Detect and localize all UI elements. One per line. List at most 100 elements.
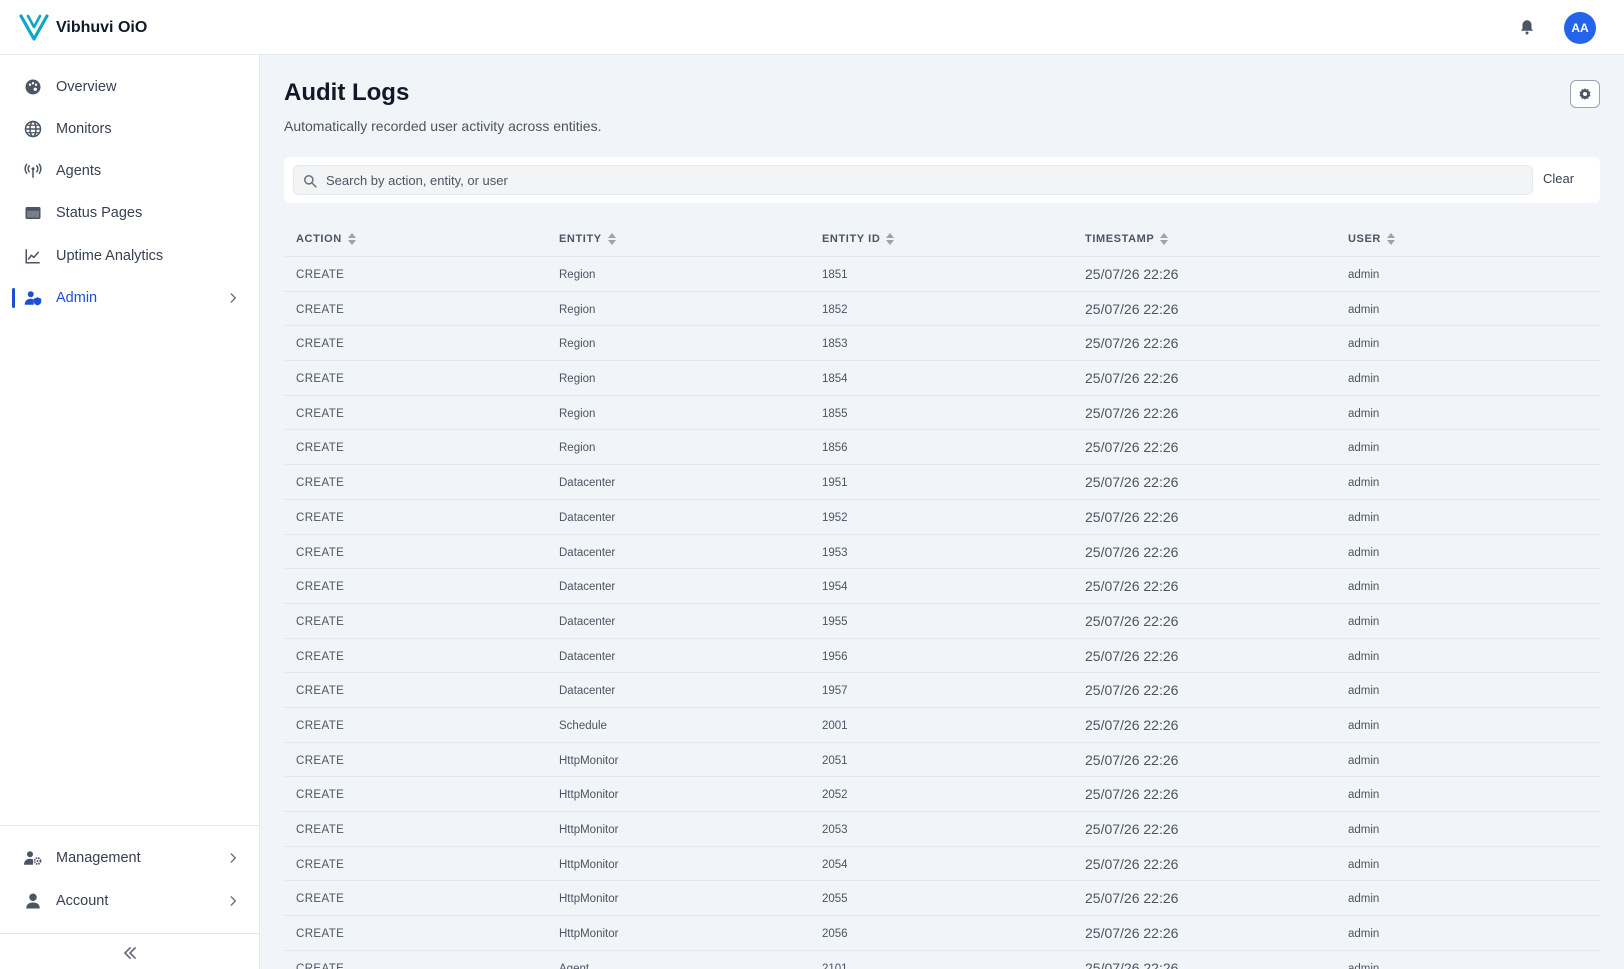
cell-timestamp: 25/07/26 22:26 xyxy=(1085,578,1179,595)
cell-action: CREATE xyxy=(296,754,345,767)
search-box[interactable] xyxy=(293,165,1533,195)
bell-icon[interactable] xyxy=(1518,18,1536,36)
table-row[interactable]: CREATE Region 1855 25/07/26 22:26 admin xyxy=(284,396,1600,431)
audit-log-table: ACTION ENTITY ENTITY ID TIMESTAMP USER CREAT… xyxy=(284,222,1600,969)
sidebar-item-uptime-analytics[interactable]: Uptime Analytics xyxy=(0,236,259,276)
column-header-action[interactable]: ACTION xyxy=(296,233,356,245)
cell-timestamp: 25/07/26 22:26 xyxy=(1085,786,1179,803)
table-row[interactable]: CREATE HttpMonitor 2053 25/07/26 22:26 admin xyxy=(284,812,1600,847)
settings-button[interactable] xyxy=(1570,80,1600,108)
cell-entity-id: 1952 xyxy=(822,511,848,524)
column-header-entity[interactable]: ENTITY xyxy=(559,233,616,245)
sidebar-divider xyxy=(0,825,259,826)
clear-button[interactable]: Clear xyxy=(1543,171,1574,186)
cell-user: admin xyxy=(1348,511,1380,524)
sidebar-item-label: Monitors xyxy=(56,121,112,137)
cell-action: CREATE xyxy=(296,407,345,420)
cell-entity: HttpMonitor xyxy=(559,858,619,871)
table-row[interactable]: CREATE Agent 2101 25/07/26 22:26 admin xyxy=(284,951,1600,969)
sidebar-item-agents[interactable]: Agents xyxy=(0,151,259,191)
chevron-right-icon xyxy=(230,293,237,303)
brand[interactable]: Vibhuvi OiO xyxy=(19,13,147,42)
cell-timestamp: 25/07/26 22:26 xyxy=(1085,370,1179,387)
cell-action: CREATE xyxy=(296,928,345,941)
cell-entity: Region xyxy=(559,407,596,420)
brand-name: Vibhuvi OiO xyxy=(56,18,148,36)
table-row[interactable]: CREATE Schedule 2001 25/07/26 22:26 admin xyxy=(284,708,1600,743)
cell-user: admin xyxy=(1348,338,1380,351)
search-icon xyxy=(303,174,317,188)
cell-user: admin xyxy=(1348,581,1380,594)
cell-timestamp: 25/07/26 22:26 xyxy=(1085,300,1179,317)
cell-timestamp: 25/07/26 22:26 xyxy=(1085,335,1179,352)
table-row[interactable]: CREATE Datacenter 1957 25/07/26 22:26 admin xyxy=(284,673,1600,708)
table-row[interactable]: CREATE Datacenter 1954 25/07/26 22:26 admin xyxy=(284,569,1600,604)
search-input[interactable] xyxy=(326,166,1526,194)
sidebar-item-overview[interactable]: Overview xyxy=(0,67,259,107)
cell-timestamp: 25/07/26 22:26 xyxy=(1085,890,1179,907)
avatar[interactable]: AA xyxy=(1564,12,1596,44)
cell-entity-id: 1854 xyxy=(822,373,848,386)
cell-entity: Datacenter xyxy=(559,685,616,698)
sidebar-item-label: Overview xyxy=(56,79,117,95)
cell-timestamp: 25/07/26 22:26 xyxy=(1085,612,1179,629)
cell-timestamp: 25/07/26 22:26 xyxy=(1085,925,1179,942)
cell-entity-id: 2055 xyxy=(822,893,848,906)
table-row[interactable]: CREATE HttpMonitor 2054 25/07/26 22:26 admin xyxy=(284,847,1600,882)
sidebar-item-label: Status Pages xyxy=(56,205,143,221)
cell-user: admin xyxy=(1348,407,1380,420)
table-row[interactable]: CREATE Region 1852 25/07/26 22:26 admin xyxy=(284,292,1600,327)
cell-timestamp: 25/07/26 22:26 xyxy=(1085,751,1179,768)
collapse-sidebar-icon[interactable] xyxy=(120,943,140,963)
top-bar: Vibhuvi OiO AA xyxy=(0,0,1624,55)
cell-entity-id: 1955 xyxy=(822,615,848,628)
sidebar-item-status-pages[interactable]: Status Pages xyxy=(0,193,259,233)
table-row[interactable]: CREATE HttpMonitor 2051 25/07/26 22:26 admin xyxy=(284,743,1600,778)
cell-user: admin xyxy=(1348,546,1380,559)
sidebar-item-account[interactable]: Account xyxy=(0,881,259,921)
cell-timestamp: 25/07/26 22:26 xyxy=(1085,855,1179,872)
cell-action: CREATE xyxy=(296,373,345,386)
cell-entity-id: 2053 xyxy=(822,824,848,836)
sidebar-item-management[interactable]: Management xyxy=(0,838,259,878)
table-row[interactable]: CREATE Datacenter 1951 25/07/26 22:26 admin xyxy=(284,465,1600,500)
table-row[interactable]: CREATE Region 1854 25/07/26 22:26 admin xyxy=(284,361,1600,396)
antenna-icon xyxy=(24,163,42,178)
table-row[interactable]: CREATE HttpMonitor 2055 25/07/26 22:26 admin xyxy=(284,881,1600,917)
cell-entity-id: 1951 xyxy=(822,477,848,490)
cell-entity: HttpMonitor xyxy=(559,754,619,767)
column-header-label: ENTITY xyxy=(559,233,602,245)
cell-entity: Region xyxy=(559,442,596,455)
table-row[interactable]: CREATE Datacenter 1952 25/07/26 22:26 admin xyxy=(284,500,1600,535)
table-row[interactable]: CREATE Region 1856 25/07/26 22:26 admin xyxy=(284,430,1600,466)
column-header-label: ENTITY ID xyxy=(822,233,881,245)
cell-timestamp: 25/07/26 22:26 xyxy=(1085,821,1179,837)
table-row[interactable]: CREATE Datacenter 1956 25/07/26 22:26 admin xyxy=(284,639,1600,674)
table-row[interactable]: CREATE Region 1851 25/07/26 22:26 admin xyxy=(284,257,1600,292)
sidebar-item-monitors[interactable]: Monitors xyxy=(0,109,259,149)
table-row[interactable]: CREATE Region 1853 25/07/26 22:26 admin xyxy=(284,326,1600,362)
gear-icon xyxy=(1579,88,1591,100)
cell-user: admin xyxy=(1348,303,1380,316)
cell-entity: Region xyxy=(559,373,596,386)
column-header-user[interactable]: USER xyxy=(1348,233,1395,245)
brand-logo-icon xyxy=(19,14,49,41)
column-header-timestamp[interactable]: TIMESTAMP xyxy=(1085,233,1169,245)
table-row[interactable]: CREATE Datacenter 1955 25/07/26 22:26 admin xyxy=(284,604,1600,639)
table-body: CREATE Region 1851 25/07/26 22:26 admin CREAT… xyxy=(284,257,1600,969)
table-row[interactable]: CREATE HttpMonitor 2052 25/07/26 22:26 admin xyxy=(284,777,1600,812)
table-row[interactable]: CREATE HttpMonitor 2056 25/07/26 22:26 admin xyxy=(284,916,1600,951)
cell-entity: Datacenter xyxy=(559,581,616,594)
sidebar-item-label: Agents xyxy=(56,163,102,179)
cell-entity-id: 2054 xyxy=(822,858,848,871)
cell-action: CREATE xyxy=(296,685,345,698)
sidebar-item-label: Account xyxy=(56,893,109,909)
cell-entity-id: 2052 xyxy=(822,789,848,802)
sidebar-item-label: Uptime Analytics xyxy=(56,248,164,264)
cell-action: CREATE xyxy=(296,477,345,490)
column-header-entity-id[interactable]: ENTITY ID xyxy=(822,233,895,245)
table-row[interactable]: CREATE Datacenter 1953 25/07/26 22:26 admin xyxy=(284,535,1600,570)
cell-entity-id: 1953 xyxy=(822,546,848,559)
cell-timestamp: 25/07/26 22:26 xyxy=(1085,959,1179,969)
sidebar-item-admin[interactable]: Admin xyxy=(0,278,259,318)
